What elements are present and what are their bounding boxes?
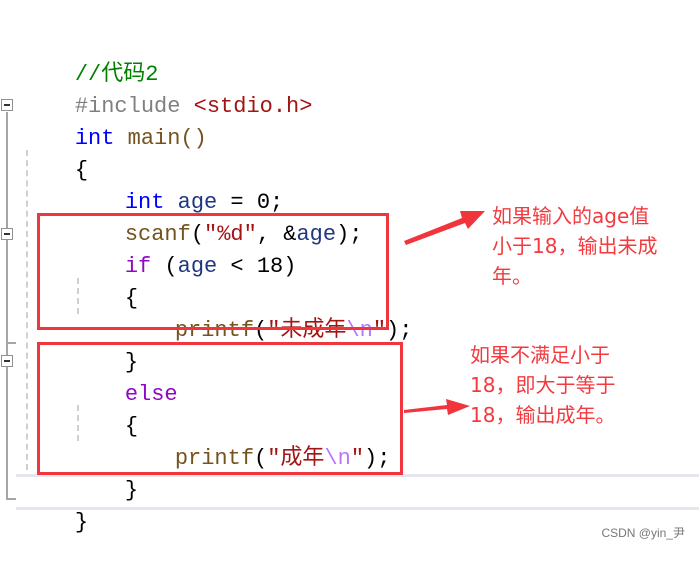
note-line: 18，输出成年。 [470,403,616,427]
code-line-5: int age = 0; [72,155,283,215]
if-block-highlight [37,213,389,330]
else-annotation: 如果不满足小于 18，即大于等于 18，输出成年。 [470,340,615,430]
fold-end-main [6,498,16,500]
note-line: 18，即大于等于 [470,373,616,397]
note-line: 如果输入的age值 [492,204,650,228]
if-annotation: 如果输入的age值 小于18，输出未成 年。 [492,201,657,291]
code-line-15: } [22,475,88,535]
else-block-highlight [37,342,403,475]
note-line: 小于18，输出未成 [492,234,658,258]
punct: ); [386,318,413,343]
code-line-4: { [22,123,88,183]
fold-toggle-if[interactable] [1,228,13,240]
code-line-3: int main() [22,91,207,151]
note-line: 年。 [492,264,532,288]
arrow-icon [404,399,470,415]
code-line-2: #include <stdio.h> [22,59,313,119]
include-header: <stdio.h> [193,94,313,119]
fold-toggle-main[interactable] [1,99,13,111]
arrow-icon [404,211,485,245]
close-brace: } [124,478,139,503]
fold-end-if [6,342,16,344]
note-line: 如果不满足小于 [470,343,610,367]
code-line-1: //代码2 [22,27,159,87]
fold-line-main [6,112,8,500]
close-brace: } [74,510,89,535]
function-signature: main() [114,126,207,151]
watermark: CSDN @yin_尹 [601,526,685,540]
fold-toggle-else[interactable] [1,355,13,367]
